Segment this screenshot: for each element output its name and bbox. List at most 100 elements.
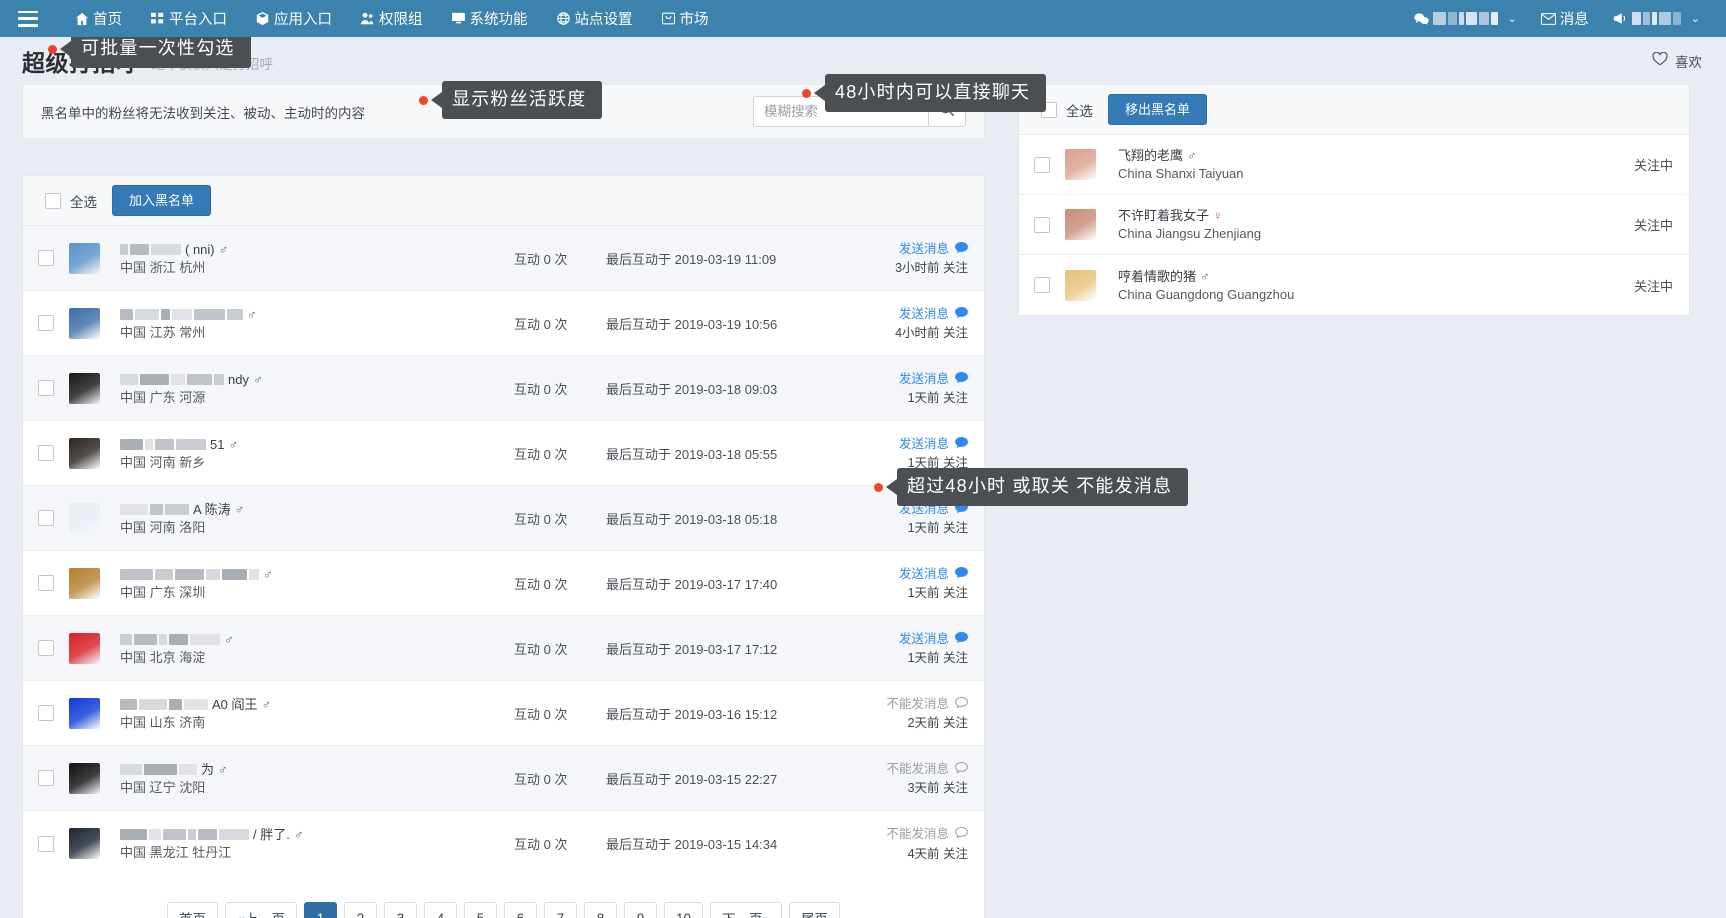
fan-name-visible: A 陈涛 [193, 501, 231, 517]
blacklist-status: 关注中 [1633, 278, 1673, 294]
blacklist-row[interactable]: 哼着情歌的猪 ♂ China Guangdong Guangzhou 关注中 [1019, 255, 1689, 315]
favorite-button[interactable]: 喜欢 [1652, 51, 1704, 71]
blacklist-row-checkbox[interactable] [1034, 216, 1050, 233]
pagination-page-4[interactable]: 4 [423, 902, 457, 918]
fan-row-checkbox[interactable] [38, 705, 54, 721]
fan-location: 中国 北京 海淀 [120, 649, 206, 665]
chat-bubble-icon [955, 241, 968, 257]
remove-from-blacklist-button[interactable]: 移出黑名单 [1108, 94, 1208, 125]
pagination-page-3[interactable]: 3 [383, 902, 417, 918]
fan-row-checkbox[interactable] [38, 510, 54, 526]
send-message-button[interactable]: 发送消息 [898, 631, 968, 647]
send-message-button[interactable]: 发送消息 [899, 436, 968, 452]
nav-item-home[interactable]: 首页 [60, 0, 136, 37]
fan-location: 中国 江苏 常州 [120, 324, 206, 340]
blacklist-row[interactable]: 飞翔的老鹰 ♂ China Shanxi Taiyuan 关注中 [1019, 135, 1689, 195]
pagination-page-5[interactable]: 5 [463, 902, 497, 918]
fan-identity-cell: / 胖了. ♂ 中国 黑龙江 牡丹江 [115, 811, 514, 876]
fan-identity-cell: ♂ 中国 广东 深圳 [115, 551, 514, 615]
blacklist-name: 哼着情歌的猪 [1118, 268, 1197, 284]
fan-avatar-cell [69, 421, 115, 485]
fan-location: 中国 广东 河源 [120, 389, 206, 405]
redacted-name-blocks [120, 568, 259, 580]
fan-name-visible: / 胖了. [253, 827, 290, 842]
fan-row[interactable]: ♂ 中国 江苏 常州 互动 0 次 最后互动于 2019-03-19 10:56 发送消… [23, 291, 984, 356]
fan-row-checkbox[interactable] [38, 380, 54, 396]
add-to-blacklist-button[interactable]: 加入黑名单 [112, 185, 212, 216]
fan-row-checkbox[interactable] [38, 640, 54, 656]
send-message-button[interactable]: 发送消息 [899, 371, 968, 387]
chat-bubble-icon [955, 371, 968, 387]
globe-icon [556, 11, 571, 26]
hamburger-menu-icon[interactable] [18, 10, 38, 27]
fan-row-checkbox[interactable] [38, 445, 54, 461]
avatar [69, 697, 100, 729]
fan-last-interaction: 最后互动于 2019-03-18 05:55 [606, 446, 778, 462]
fan-row[interactable]: ♂ 中国 广东 深圳 互动 0 次 最后互动于 2019-03-17 17:40 发送消… [23, 551, 984, 616]
pagination-page-7[interactable]: 7 [543, 902, 577, 918]
nav-item-system-function[interactable]: 系统功能 [437, 0, 542, 37]
pagination-page-1[interactable]: 1 [303, 902, 337, 918]
blacklist-row-checkbox[interactable] [1034, 277, 1050, 293]
pagination-page-6[interactable]: 6 [503, 902, 537, 918]
nav-user-account[interactable]: ⌄ [1601, 0, 1712, 37]
page-header: 超级打招呼 绝不仅仅只是打招呼 喜欢 [0, 37, 1726, 84]
blacklist-location: China Shanxi Taiyuan [1118, 166, 1244, 181]
select-all-fans-checkbox[interactable] [45, 192, 61, 209]
fan-identity-cell: ♂ 中国 江苏 常州 [115, 291, 514, 355]
fan-name-line: A 陈涛 ♂ [120, 503, 514, 516]
pagination-page-9[interactable]: 9 [623, 902, 657, 918]
blacklist-row-checkbox[interactable] [1034, 156, 1050, 173]
nav-wechat-account[interactable]: ⌄ [1402, 0, 1529, 37]
pagination-page-8[interactable]: 8 [583, 902, 617, 918]
fan-row-checkbox-cell [23, 421, 69, 485]
send-message-button[interactable]: 发送消息 [899, 306, 968, 322]
users-icon [360, 11, 375, 26]
pagination-first[interactable]: 首页 [166, 902, 218, 918]
redacted-name-blocks [120, 243, 181, 255]
gender-male-icon: ♂ [1187, 148, 1197, 163]
gender-male-icon: ♂ [234, 501, 245, 517]
fan-row[interactable]: 为 ♂ 中国 辽宁 沈阳 互动 0 次 最后互动于 2019-03-15 22:27 不能… [23, 746, 984, 811]
fan-row[interactable]: ♂ 中国 北京 海淀 互动 0 次 最后互动于 2019-03-17 17:12 发送消… [23, 616, 984, 681]
fan-row-checkbox[interactable] [38, 315, 54, 331]
fan-row[interactable]: ndy ♂ 中国 广东 河源 互动 0 次 最后互动于 2019-03-18 09:03… [23, 356, 984, 421]
fan-row-checkbox[interactable] [38, 770, 54, 786]
fan-identity-cell: ndy ♂ 中国 广东 河源 [115, 356, 514, 420]
nav-messages[interactable]: 消息 [1529, 0, 1601, 37]
select-all-blacklist-checkbox[interactable] [1041, 101, 1057, 118]
blacklist-row[interactable]: 不许盯着我女子 ♀ China Jiangsu Zhenjiang 关注中 [1019, 195, 1689, 255]
pagination-page-10[interactable]: 10 [663, 902, 704, 918]
send-message-button[interactable]: 发送消息 [899, 501, 968, 517]
nav-item-site-settings[interactable]: 站点设置 [542, 0, 647, 37]
nav-item-app-entry[interactable]: 应用入口 [241, 0, 346, 37]
select-all-fans[interactable]: 全选 [45, 191, 97, 211]
fan-row[interactable]: ( nni) ♂ 中国 浙江 杭州 互动 0 次 最后互动于 2019-03-19 11… [23, 226, 984, 291]
fan-row[interactable]: A 陈涛 ♂ 中国 河南 洛阳 互动 0 次 最后互动于 2019-03-18 05:1… [23, 486, 984, 551]
fan-interactions: 互动 0 次 [514, 316, 568, 332]
send-message-button[interactable]: 发送消息 [899, 241, 968, 257]
pagination-last[interactable]: 尾页 [789, 902, 841, 918]
fan-row[interactable]: A0 阎王 ♂ 中国 山东 济南 互动 0 次 最后互动于 2019-03-16 15:… [23, 681, 984, 746]
fan-row[interactable]: / 胖了. ♂ 中国 黑龙江 牡丹江 互动 0 次 最后互动于 2019-03-15 1… [23, 811, 984, 876]
nav-item-platform-entry[interactable]: 平台入口 [136, 0, 241, 37]
nav-item-market[interactable]: 市场 [647, 0, 723, 37]
pagination-page-2[interactable]: 2 [343, 902, 377, 918]
search-button[interactable] [928, 96, 966, 127]
nav-item-permission-group[interactable]: 权限组 [346, 0, 437, 37]
fan-name-line: ♂ [120, 633, 514, 646]
select-all-blacklist[interactable]: 全选 [1041, 100, 1093, 120]
fan-row-checkbox[interactable] [38, 575, 54, 591]
fan-row-checkbox[interactable] [38, 835, 54, 852]
pagination-next[interactable]: 下一页» [710, 902, 783, 918]
fan-row-checkbox-cell [23, 226, 69, 290]
search-input[interactable] [753, 96, 928, 127]
fan-row[interactable]: 51 ♂ 中国 河南 新乡 互动 0 次 最后互动于 2019-03-18 05:55 发… [23, 421, 984, 486]
send-message-label: 发送消息 [898, 631, 949, 646]
pagination-prev[interactable]: «上一页 [224, 902, 297, 918]
fan-row-checkbox-cell [23, 811, 69, 876]
cannot-send-message-label: 不能发消息 [886, 761, 968, 777]
fan-interactions: 互动 0 次 [514, 837, 568, 852]
fan-row-checkbox[interactable] [38, 250, 54, 266]
send-message-button[interactable]: 发送消息 [899, 566, 968, 582]
